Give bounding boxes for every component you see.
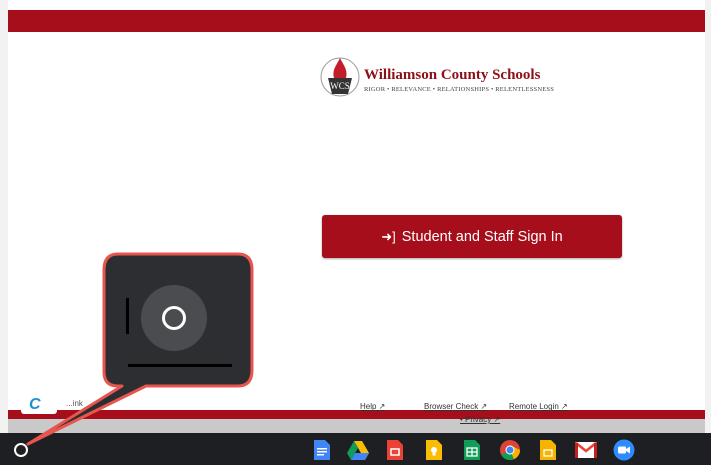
zoom-bottom-line (128, 364, 232, 367)
zoomed-launcher-icon (162, 306, 186, 330)
callout-outline (26, 252, 254, 446)
zoom-edge-line (126, 298, 129, 334)
